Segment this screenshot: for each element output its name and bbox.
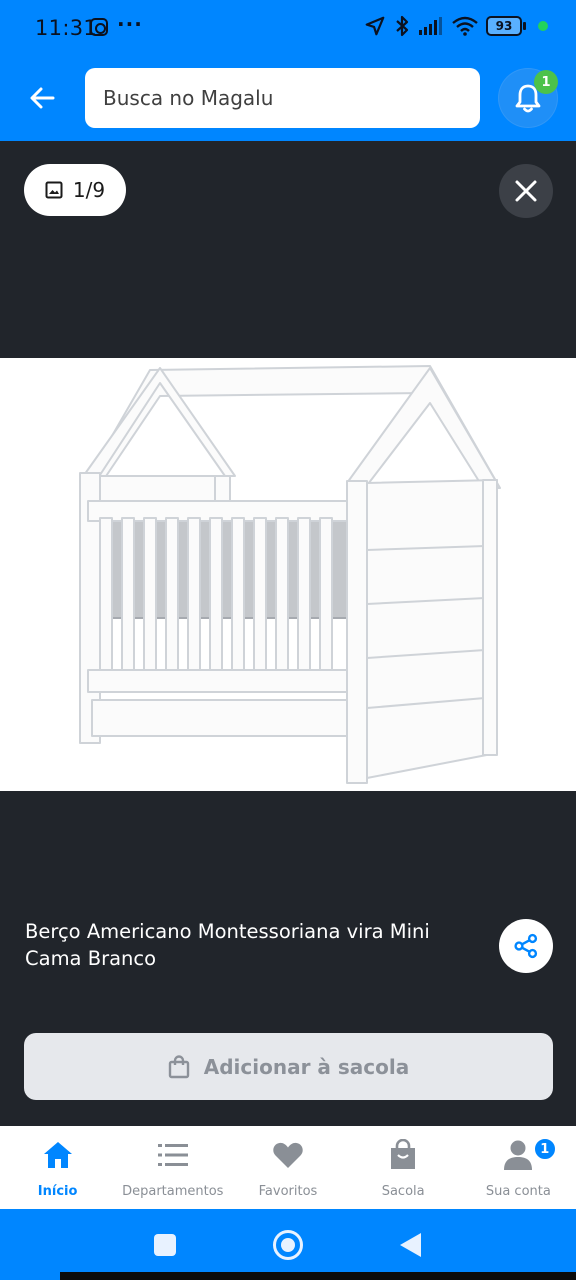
nav-item-favoritos[interactable]: Favoritos — [230, 1126, 345, 1209]
arrow-left-icon — [30, 87, 55, 109]
app-header: Busca no Magalu — [0, 58, 576, 141]
gesture-bar — [60, 1272, 576, 1280]
add-to-bag-button[interactable]: Adicionar à sacola — [24, 1033, 553, 1100]
nav-label-favoritos: Favoritos — [258, 1184, 318, 1199]
notification-badge: 1 — [534, 70, 558, 94]
nav-label-sua-conta: Sua conta — [485, 1184, 551, 1199]
image-icon — [45, 181, 63, 199]
battery-icon: 93 — [486, 16, 526, 36]
bluetooth-icon — [396, 15, 409, 37]
signal-icon — [419, 17, 442, 35]
instagram-icon — [90, 18, 108, 36]
close-gallery-button[interactable] — [499, 164, 553, 218]
nav-label-inicio: Início — [37, 1184, 78, 1199]
back-button[interactable] — [22, 78, 62, 118]
search-input[interactable]: Busca no Magalu — [85, 68, 480, 128]
nav-item-inicio[interactable]: Início — [0, 1126, 115, 1209]
share-icon — [514, 933, 538, 959]
add-to-bag-label: Adicionar à sacola — [203, 1054, 410, 1079]
user-icon — [504, 1140, 533, 1170]
list-icon — [157, 1144, 188, 1166]
shopping-bag-icon — [391, 1139, 416, 1169]
nav-item-sacola[interactable]: Sacola — [346, 1126, 461, 1209]
product-gallery: 1/9 Berço Americano Montessoriana vira M… — [0, 141, 576, 1126]
battery-level: 93 — [486, 16, 522, 36]
close-icon — [515, 180, 537, 202]
product-image[interactable] — [0, 358, 576, 791]
photo-counter-label: 1/9 — [72, 178, 106, 202]
shopping-bag-icon — [168, 1054, 189, 1078]
status-time: 11:31 — [35, 16, 98, 40]
privacy-indicator-dot — [538, 21, 548, 31]
share-button[interactable] — [499, 919, 553, 973]
heart-icon — [273, 1142, 303, 1168]
nav-item-departamentos[interactable]: Departamentos — [115, 1126, 230, 1209]
overflow-dots: ··· — [117, 12, 143, 36]
wifi-icon — [452, 16, 478, 36]
home-icon — [43, 1142, 72, 1168]
nav-item-sua-conta[interactable]: Sua conta 1 — [461, 1126, 576, 1209]
bottom-navigation: Início Departamentos Favoritos Sacola Su… — [0, 1126, 576, 1209]
system-back-button[interactable] — [400, 1233, 421, 1257]
status-icons: 93 — [364, 14, 548, 38]
system-navigation-bar — [0, 1209, 576, 1280]
nav-label-departamentos: Departamentos — [122, 1184, 224, 1199]
status-bar: 11:31 ··· 93 — [0, 0, 576, 58]
crib-illustration — [79, 365, 501, 784]
product-title: Berço Americano Montessoriana vira Mini … — [25, 920, 430, 970]
photo-counter: 1/9 — [24, 164, 126, 216]
nav-label-sacola: Sacola — [381, 1184, 425, 1199]
location-arrow-icon — [365, 16, 385, 36]
home-button[interactable] — [273, 1230, 303, 1260]
account-badge: 1 — [532, 1137, 557, 1161]
recent-apps-button[interactable] — [154, 1234, 176, 1256]
